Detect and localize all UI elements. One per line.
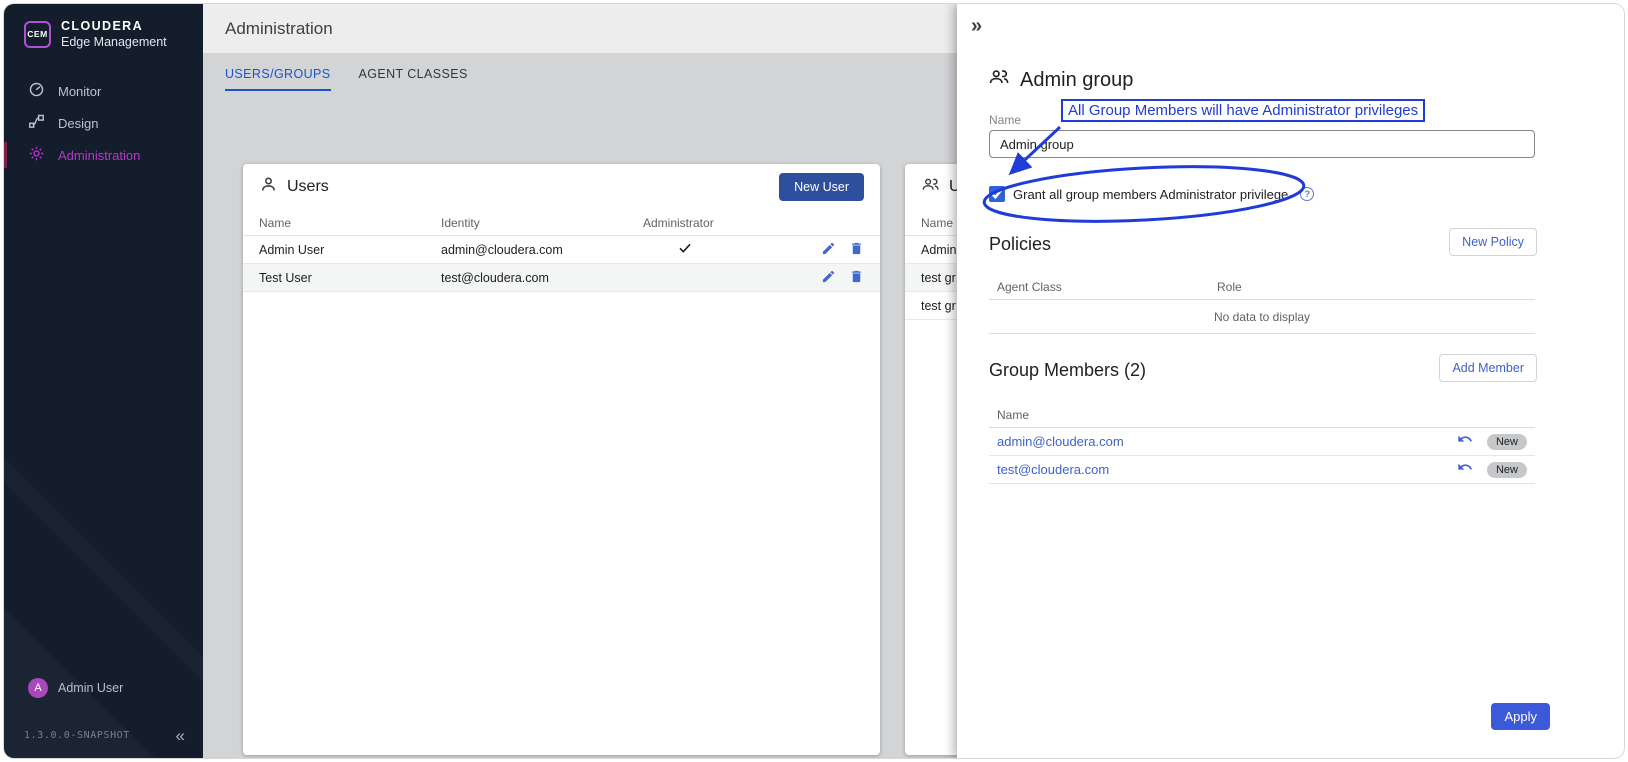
member-name-link[interactable]: admin@cloudera.com — [997, 434, 1443, 449]
gear-icon — [28, 145, 45, 165]
delete-trash-icon[interactable] — [849, 269, 864, 287]
new-user-button[interactable]: New User — [779, 173, 864, 201]
sidebar-item-label: Design — [58, 116, 98, 131]
members-section-title: Group Members (2) — [989, 360, 1146, 381]
col-name: Name — [997, 408, 1527, 422]
sidebar-nav: Monitor Design — [4, 75, 203, 171]
status-badge: New — [1487, 462, 1527, 478]
page-title: Administration — [225, 19, 333, 39]
member-name-link[interactable]: test@cloudera.com — [997, 462, 1443, 477]
app-window: CEM CLOUDERA Edge Management Monitor — [4, 4, 1624, 758]
group-name-input[interactable] — [989, 130, 1535, 158]
table-row: test@cloudera.com New — [989, 456, 1535, 484]
drawer-title-row: Admin group — [988, 66, 1133, 94]
users-card: Users New User Name Identity Administrat… — [243, 164, 880, 755]
table-row: Test User test@cloudera.com — [243, 264, 880, 292]
policies-section-title: Policies — [989, 234, 1051, 255]
admin-privilege-row: Grant all group members Administrator pr… — [989, 181, 1314, 207]
col-name: Name — [259, 216, 441, 230]
sidebar-item-design[interactable]: Design — [4, 107, 203, 139]
brand-block: CLOUDERA Edge Management — [61, 19, 167, 49]
table-row: Admin User admin@cloudera.com — [243, 236, 880, 264]
user-identity-cell: test@cloudera.com — [441, 271, 643, 285]
cem-logo-icon: CEM — [24, 21, 51, 48]
col-administrator: Administrator — [643, 216, 813, 230]
members-table: Name admin@cloudera.com New test@clouder… — [989, 402, 1535, 484]
members-table-header: Name — [989, 402, 1535, 428]
empty-state-text: No data to display — [989, 300, 1535, 334]
user-name-cell: Test User — [259, 271, 441, 285]
admin-privilege-checkbox[interactable] — [989, 186, 1005, 202]
delete-trash-icon[interactable] — [849, 241, 864, 259]
sidebar: CEM CLOUDERA Edge Management Monitor — [4, 4, 203, 758]
help-icon[interactable]: ? — [1300, 187, 1314, 201]
col-role: Role — [1217, 280, 1527, 294]
check-icon — [677, 245, 693, 259]
product-name: Edge Management — [61, 35, 167, 49]
add-member-button[interactable]: Add Member — [1439, 354, 1537, 382]
sidebar-item-label: Monitor — [58, 84, 101, 99]
gauge-icon — [28, 81, 45, 101]
version-row: 1.3.0.0-SNAPSHOT « — [4, 720, 203, 750]
app-logo: CEM CLOUDERA Edge Management — [4, 4, 203, 49]
row-actions — [821, 269, 864, 287]
new-policy-button[interactable]: New Policy — [1449, 228, 1537, 256]
table-row: admin@cloudera.com New — [989, 428, 1535, 456]
policies-table: Agent Class Role No data to display — [989, 274, 1535, 334]
admin-group-drawer: » Admin group Name Grant all group membe… — [957, 4, 1624, 758]
tab-users-groups[interactable]: USERS/GROUPS — [225, 67, 331, 91]
users-card-title: Users — [287, 178, 329, 196]
people-icon — [988, 66, 1010, 94]
status-badge: New — [1487, 434, 1527, 450]
users-card-header: Users New User — [243, 164, 880, 210]
name-field-label: Name — [989, 113, 1021, 127]
people-icon — [921, 175, 940, 199]
tab-agent-classes[interactable]: AGENT CLASSES — [359, 67, 468, 91]
undo-icon[interactable] — [1457, 431, 1473, 452]
admin-privilege-label: Grant all group members Administrator pr… — [1013, 187, 1288, 202]
users-table-header: Name Identity Administrator — [243, 210, 880, 236]
undo-icon[interactable] — [1457, 459, 1473, 480]
version-label: 1.3.0.0-SNAPSHOT — [24, 730, 130, 741]
design-icon — [28, 113, 45, 133]
user-name-cell: Admin User — [259, 243, 441, 257]
annotation-callout-box: All Group Members will have Administrato… — [1061, 99, 1425, 122]
collapse-sidebar-icon[interactable]: « — [176, 727, 185, 744]
sidebar-item-administration[interactable]: Administration — [4, 139, 203, 171]
brand-name: CLOUDERA — [61, 19, 167, 33]
avatar: A — [28, 678, 48, 698]
sidebar-item-label: Administration — [58, 148, 140, 163]
policies-table-header: Agent Class Role — [989, 274, 1535, 300]
current-user[interactable]: A Admin User — [4, 674, 203, 702]
edit-pencil-icon[interactable] — [821, 269, 836, 287]
drawer-title: Admin group — [1020, 69, 1133, 92]
edit-pencil-icon[interactable] — [821, 241, 836, 259]
col-identity: Identity — [441, 216, 643, 230]
current-user-name: Admin User — [58, 681, 123, 695]
sidebar-footer: A Admin User 1.3.0.0-SNAPSHOT « — [4, 674, 203, 758]
user-identity-cell: admin@cloudera.com — [441, 243, 643, 257]
collapse-drawer-icon[interactable]: » — [971, 15, 982, 38]
row-actions — [821, 241, 864, 259]
administrator-cell — [643, 240, 813, 259]
person-icon — [259, 175, 278, 199]
col-agent-class: Agent Class — [997, 280, 1217, 294]
apply-button[interactable]: Apply — [1491, 703, 1550, 730]
sidebar-item-monitor[interactable]: Monitor — [4, 75, 203, 107]
